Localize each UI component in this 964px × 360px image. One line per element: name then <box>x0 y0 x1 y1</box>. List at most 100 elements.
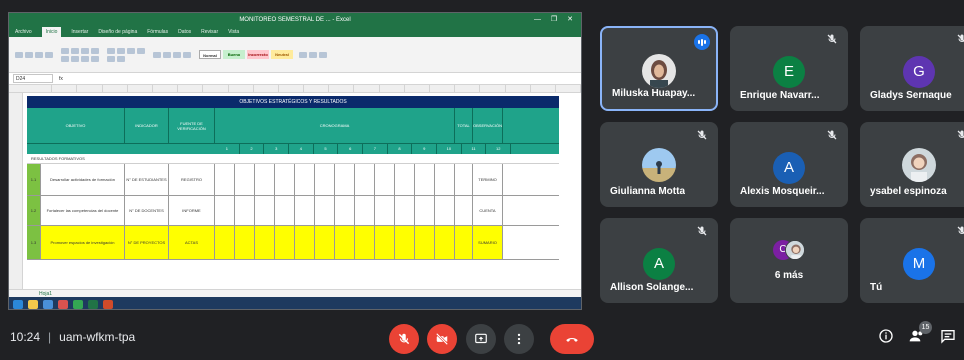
row-code[interactable]: 1.3 <box>27 226 41 259</box>
row-objective[interactable]: Desarrollar actividades de formación <box>41 164 125 195</box>
schedule-cell[interactable] <box>315 226 335 259</box>
leave-call-button[interactable] <box>550 324 594 354</box>
camera-toggle-button[interactable] <box>427 324 457 354</box>
row-source[interactable]: REGISTRO <box>169 164 215 195</box>
schedule-cell[interactable] <box>215 164 235 195</box>
participant-count-badge: 15 <box>919 321 932 334</box>
schedule-cell[interactable] <box>435 164 455 195</box>
row-source[interactable]: ACTAS <box>169 226 215 259</box>
hang-up-icon <box>566 337 578 342</box>
participant-tile[interactable]: A Allison Solange... <box>600 218 718 303</box>
chrome-icon <box>73 299 83 309</box>
participant-tile[interactable]: ysabel espinoza <box>860 122 964 207</box>
schedule-cell[interactable] <box>375 164 395 195</box>
row-observation[interactable]: SUMARIO <box>473 226 503 259</box>
row-total[interactable] <box>455 196 473 225</box>
schedule-cell[interactable] <box>255 226 275 259</box>
schedule-cell[interactable] <box>315 164 335 195</box>
schedule-cell[interactable] <box>275 196 295 225</box>
schedule-cell[interactable] <box>375 226 395 259</box>
avatar: E <box>773 56 805 88</box>
ribbon-tab[interactable]: Vista <box>228 27 239 37</box>
schedule-cell[interactable] <box>415 196 435 225</box>
ribbon-tab[interactable]: Inicio <box>41 27 62 37</box>
meeting-code: uam-wfkm-tpa <box>59 330 136 344</box>
participant-tile[interactable]: M Tú <box>860 218 964 303</box>
schedule-cell[interactable] <box>355 196 375 225</box>
schedule-cell[interactable] <box>275 226 295 259</box>
ribbon-tab[interactable]: Archivo <box>15 27 32 37</box>
info-icon <box>879 329 893 343</box>
schedule-cell[interactable] <box>235 196 255 225</box>
schedule-cell[interactable] <box>335 226 355 259</box>
chat-button[interactable] <box>940 328 956 349</box>
row-code[interactable]: 1.2 <box>27 196 41 225</box>
schedule-cell[interactable] <box>295 164 315 195</box>
ribbon-tab[interactable]: Diseño de página <box>98 27 137 37</box>
number-group <box>153 51 193 58</box>
participant-tile[interactable]: E Enrique Navarr... <box>730 26 848 111</box>
schedule-cell[interactable] <box>435 196 455 225</box>
right-controls: 15 <box>878 321 956 349</box>
schedule-cell[interactable] <box>375 196 395 225</box>
office-icon <box>103 299 113 309</box>
schedule-cell[interactable] <box>295 226 315 259</box>
row-total[interactable] <box>455 226 473 259</box>
schedule-cell[interactable] <box>415 226 435 259</box>
chat-icon <box>941 330 955 344</box>
schedule-cell[interactable] <box>215 196 235 225</box>
ribbon-tab[interactable]: Insertar <box>71 27 88 37</box>
participant-name: Gladys Sernaque <box>870 90 952 101</box>
schedule-cell[interactable] <box>395 226 415 259</box>
schedule-cell[interactable] <box>235 164 255 195</box>
excel-title-bar: MONITOREO SEMESTRAL DE ... - Excel — ❐ ✕ <box>9 13 581 27</box>
ribbon-tab[interactable]: Revisar <box>201 27 218 37</box>
schedule-cell[interactable] <box>395 196 415 225</box>
stacked-avatars: C <box>773 240 805 262</box>
ribbon-tab[interactable]: Fórmulas <box>147 27 168 37</box>
mic-toggle-button[interactable] <box>389 324 419 354</box>
browser-icon <box>43 299 53 309</box>
participant-tile[interactable]: Giulianna Motta <box>600 122 718 207</box>
ribbon-tab[interactable]: Datos <box>178 27 191 37</box>
schedule-cell[interactable] <box>255 164 275 195</box>
row-objective[interactable]: Promover espacios de investigación <box>41 226 125 259</box>
excel-ribbon: Normal Bueno Incorrecto Neutral <box>9 37 581 73</box>
schedule-cell[interactable] <box>335 164 355 195</box>
row-total[interactable] <box>455 164 473 195</box>
schedule-cell[interactable] <box>355 164 375 195</box>
row-source[interactable]: INFORME <box>169 196 215 225</box>
spreadsheet-grid: OBJETIVOS ESTRATÉGICOS Y RESULTADOS OBJE… <box>9 93 581 289</box>
schedule-cell[interactable] <box>295 196 315 225</box>
participant-tile[interactable]: Miluska Huapay... <box>600 26 718 111</box>
schedule-cell[interactable] <box>395 164 415 195</box>
separator: | <box>48 330 52 344</box>
present-screen-button[interactable] <box>466 324 496 354</box>
schedule-cell[interactable] <box>315 196 335 225</box>
row-objective[interactable]: Fortalecer las competencias del docente <box>41 196 125 225</box>
schedule-cell[interactable] <box>275 164 295 195</box>
row-indicator[interactable]: N° DE ESTUDIANTES <box>125 164 169 195</box>
schedule-cell[interactable] <box>355 226 375 259</box>
meeting-details-button[interactable] <box>878 328 894 349</box>
more-participants-tile[interactable]: C 6 más <box>730 218 848 303</box>
schedule-cell[interactable] <box>335 196 355 225</box>
participant-tile[interactable]: A Alexis Mosqueir... <box>730 122 848 207</box>
schedule-cell[interactable] <box>235 226 255 259</box>
row-indicator[interactable]: N° DE PROYECTOS <box>125 226 169 259</box>
schedule-cell[interactable] <box>415 164 435 195</box>
row-observation[interactable]: TERMINO <box>473 164 503 195</box>
participant-tile[interactable]: G Gladys Sernaque <box>860 26 964 111</box>
avatar-photo <box>642 54 676 88</box>
schedule-cell[interactable] <box>255 196 275 225</box>
clipboard-group <box>15 51 55 58</box>
row-indicator[interactable]: N° DE DOCENTES <box>125 196 169 225</box>
avatar: G <box>903 56 935 88</box>
schedule-cell[interactable] <box>215 226 235 259</box>
people-button[interactable]: 15 <box>908 321 932 349</box>
more-options-button[interactable] <box>504 324 534 354</box>
row-code[interactable]: 1.1 <box>27 164 41 195</box>
schedule-cell[interactable] <box>435 226 455 259</box>
row-observation[interactable]: CUENTA <box>473 196 503 225</box>
participant-name: Alexis Mosqueir... <box>740 186 825 197</box>
